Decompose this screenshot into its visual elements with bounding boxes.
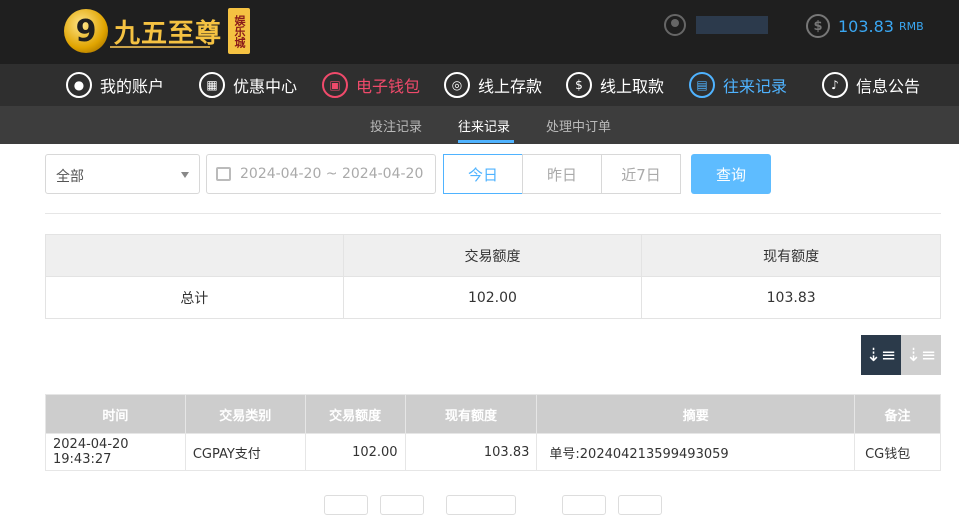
col-header-balance[interactable]: 现有额度 [404, 394, 538, 434]
summary-label: 总计 [45, 276, 344, 319]
logo-emblem: 9 [64, 9, 108, 53]
summary-header: 现有额度 [641, 234, 941, 277]
logo-ornament [110, 46, 210, 48]
transaction-table: 时间 交易类别 交易额度 现有额度 摘要 备注 2024-04-20 19:43… [45, 394, 941, 471]
sort-desc-icon[interactable]: ⇣≡ [861, 335, 901, 375]
calendar-icon [216, 167, 231, 181]
nav-label: 往来记录 [723, 77, 788, 96]
summary-header: 交易额度 [342, 234, 643, 277]
avatar-icon [664, 14, 686, 36]
cell-type: CGPAY支付 [184, 433, 306, 471]
cell-summary: 单号:202404213599493059 [536, 433, 856, 471]
summary-header [45, 234, 344, 277]
logo-badge: 娱乐城 [228, 8, 251, 54]
col-header-type[interactable]: 交易类别 [184, 394, 306, 434]
chevron-down-icon [181, 172, 189, 178]
cell-note: CG钱包 [854, 433, 941, 471]
pager-first-button[interactable] [324, 495, 368, 515]
user-account[interactable] [664, 14, 768, 36]
site-logo[interactable]: 9 九五至尊 娱乐城 [64, 2, 251, 60]
withdraw-icon: $ [566, 72, 592, 98]
nav-online-deposit[interactable]: ◎ 线上存款 [444, 70, 542, 100]
pager-next-button[interactable] [562, 495, 606, 515]
cell-time: 2024-04-20 19:43:27 [45, 433, 186, 471]
nav-label: 线上取款 [600, 77, 665, 96]
tab-transaction-records[interactable]: 往来记录 [458, 116, 510, 135]
nav-label: 优惠中心 [233, 77, 298, 96]
deposit-icon: ◎ [444, 72, 470, 98]
cell-balance: 103.83 [404, 433, 538, 471]
summary-header-row: 交易额度 现有额度 [45, 234, 941, 277]
nav-promotions[interactable]: ▦ 优惠中心 [199, 70, 297, 100]
date-range-picker[interactable]: 2024-04-20 ~ 2024-04-20 [206, 154, 436, 194]
username-redacted [696, 16, 768, 34]
nav-label: 我的账户 [100, 77, 165, 96]
query-button[interactable]: 查询 [691, 154, 771, 194]
nav-announcements[interactable]: ♪ 信息公告 [822, 70, 920, 100]
divider [45, 213, 941, 214]
bell-icon: ♪ [822, 72, 848, 98]
sub-nav: 投注记录 往来记录 处理中订单 [0, 106, 959, 144]
last-7-days-button[interactable]: 近7日 [601, 154, 681, 194]
col-header-amount[interactable]: 交易额度 [304, 394, 406, 434]
gift-icon: ▦ [199, 72, 225, 98]
date-range-value: 2024-04-20 ~ 2024-04-20 [240, 166, 424, 182]
nav-label: 线上存款 [478, 77, 543, 96]
summary-row: 总计 102.00 103.83 [45, 276, 941, 319]
tab-pending-orders[interactable]: 处理中订单 [546, 116, 611, 135]
today-button[interactable]: 今日 [443, 154, 523, 194]
table-header-row: 时间 交易类别 交易额度 现有额度 摘要 备注 [45, 394, 941, 434]
nav-ewallet[interactable]: ▣ 电子钱包 [322, 70, 420, 100]
tab-bet-records[interactable]: 投注记录 [370, 116, 422, 135]
balance-value: 103.83 [838, 16, 894, 36]
pager-page-input[interactable] [446, 495, 516, 515]
nav-my-account[interactable]: ● 我的账户 [66, 70, 164, 100]
main-nav: ● 我的账户 ▦ 优惠中心 ▣ 电子钱包 ◎ 线上存款 $ 线上取款 ▤ 往来记… [0, 64, 959, 106]
col-header-note[interactable]: 备注 [854, 394, 941, 434]
type-select[interactable]: 全部 [45, 154, 200, 194]
nav-online-withdraw[interactable]: $ 线上取款 [566, 70, 664, 100]
nav-label: 电子钱包 [356, 77, 421, 96]
dollar-icon: $ [806, 14, 830, 38]
yesterday-button[interactable]: 昨日 [522, 154, 602, 194]
col-header-time[interactable]: 时间 [45, 394, 186, 434]
col-header-summary[interactable]: 摘要 [536, 394, 856, 434]
cell-amount: 102.00 [304, 433, 406, 471]
currency-label: RMB [898, 19, 924, 33]
summary-balance: 103.83 [641, 276, 941, 319]
pager-last-button[interactable] [618, 495, 662, 515]
records-icon: ▤ [689, 72, 715, 98]
type-select-value: 全部 [56, 169, 84, 185]
pager-prev-button[interactable] [380, 495, 424, 515]
wallet-icon: ▣ [322, 72, 348, 98]
summary-amount: 102.00 [342, 276, 643, 319]
sort-buttons: ⇣≡ ⇣≡ [861, 335, 941, 375]
user-icon: ● [66, 72, 92, 98]
summary-table: 交易额度 现有额度 总计 102.00 103.83 [45, 234, 941, 319]
table-row: 2024-04-20 19:43:27 CGPAY支付 102.00 103.8… [45, 433, 941, 471]
nav-records[interactable]: ▤ 往来记录 [689, 70, 787, 100]
logo-title: 九五至尊 [114, 18, 223, 49]
sort-asc-icon[interactable]: ⇣≡ [901, 335, 941, 375]
nav-label: 信息公告 [856, 77, 921, 96]
balance-area: $ 103.83 RMB [806, 14, 924, 38]
active-tab-underline [458, 140, 514, 143]
top-header: 9 九五至尊 娱乐城 $ 103.83 RMB [0, 0, 959, 64]
